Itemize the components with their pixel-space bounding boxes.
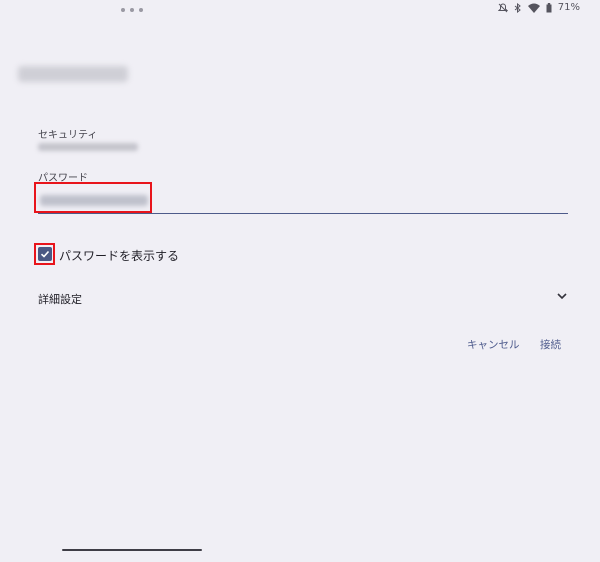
battery-level: 71%: [557, 2, 580, 13]
security-label: セキュリティ: [38, 130, 98, 141]
advanced-settings-row[interactable]: 詳細設定: [38, 290, 568, 306]
chevron-down-icon: [557, 293, 567, 300]
home-indicator[interactable]: [62, 549, 202, 551]
advanced-settings-label: 詳細設定: [38, 293, 82, 306]
show-password-label[interactable]: パスワードを表示する: [59, 247, 179, 264]
wifi-icon: [527, 3, 540, 13]
password-highlight: [34, 182, 152, 213]
status-bar: 71%: [497, 2, 580, 13]
bluetooth-icon: [514, 2, 521, 13]
cancel-button[interactable]: キャンセル: [467, 337, 520, 352]
battery-icon: [546, 2, 552, 12]
network-name: [18, 66, 128, 82]
mute-icon: [497, 2, 508, 12]
security-value: [38, 143, 138, 151]
checkbox-highlight: [34, 243, 55, 265]
more-dots-icon: [121, 8, 143, 12]
connect-button[interactable]: 接続: [540, 337, 561, 352]
